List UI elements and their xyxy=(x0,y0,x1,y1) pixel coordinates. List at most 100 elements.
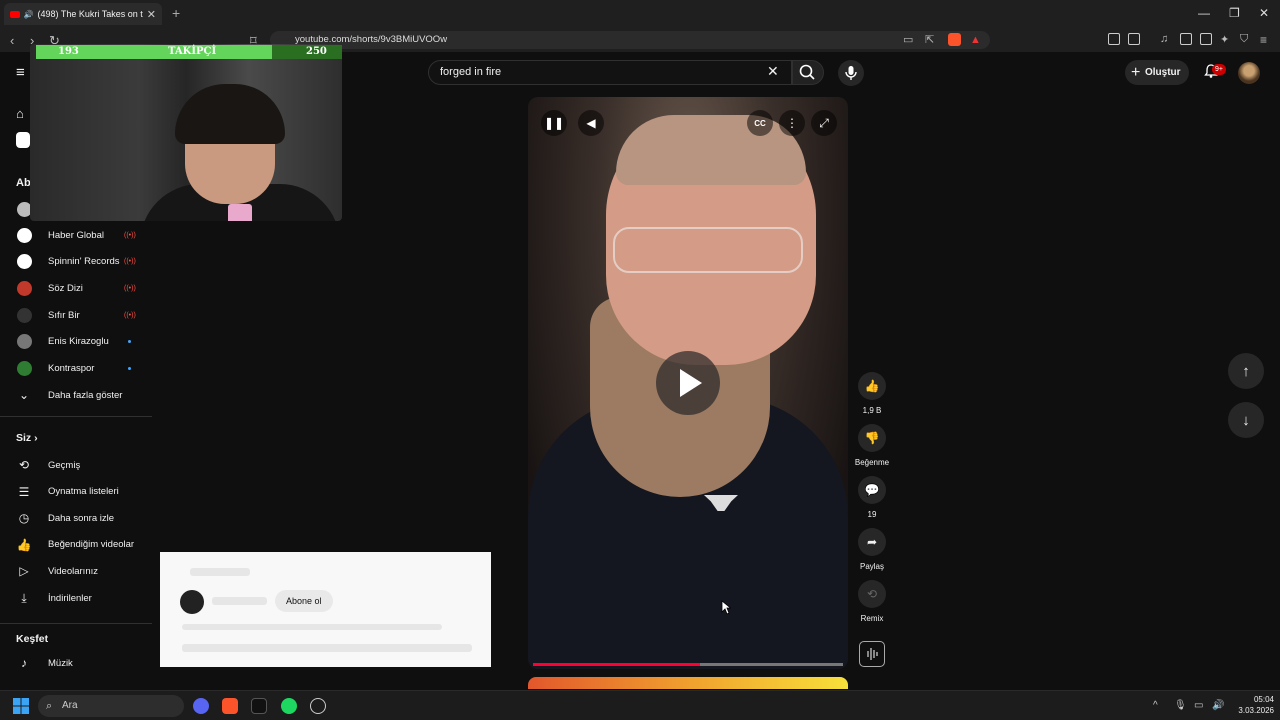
short-video-player[interactable]: ❚❚ ◀ CC ⋮ ⤢ xyxy=(528,97,848,669)
next-short-preview[interactable] xyxy=(528,677,848,689)
next-short-button[interactable]: ↓ xyxy=(1228,402,1264,438)
watch-later-icon: ◷ xyxy=(18,511,30,526)
channel-avatar xyxy=(16,307,32,323)
clock-time: 05:04 xyxy=(1253,695,1274,704)
video-progress-bar[interactable] xyxy=(533,663,843,666)
subscribe-button[interactable]: Abone ol xyxy=(275,590,333,612)
sidebar-channel-item[interactable]: Sıfır Bir ((•)) xyxy=(0,302,150,328)
fullscreen-icon[interactable]: ⤢ xyxy=(811,110,837,136)
webcam-overlay xyxy=(30,44,342,221)
avatar[interactable] xyxy=(1238,62,1260,84)
minimize-icon[interactable]: — xyxy=(1198,6,1210,20)
screenshot-icon[interactable] xyxy=(1128,33,1140,45)
mic-icon xyxy=(845,66,857,80)
clock[interactable]: 05:04 3.03.2026 xyxy=(1228,694,1274,716)
captions-icon[interactable]: CC xyxy=(747,110,773,136)
cast-icon[interactable]: ▭ xyxy=(903,33,913,46)
sidebar-item[interactable]: ♪ Müzik xyxy=(0,650,150,676)
home-icon[interactable]: ⌂ xyxy=(16,106,24,121)
sidebar-channel-item[interactable]: Kontraspor xyxy=(0,356,150,382)
wallet-icon[interactable] xyxy=(1200,33,1212,45)
volume-tray-icon[interactable]: 🔊 xyxy=(1212,700,1224,711)
sidebar-channel-item[interactable]: Söz Dizi ((•)) xyxy=(0,275,150,301)
maximize-icon[interactable]: ❐ xyxy=(1229,6,1240,20)
placeholder-text xyxy=(212,597,267,605)
back-icon[interactable]: ‹ xyxy=(10,33,14,48)
speaker-icon[interactable]: 🔊 xyxy=(24,10,34,19)
you-header[interactable]: Siz › xyxy=(16,432,38,444)
remix-button[interactable]: ⟲ xyxy=(858,580,886,608)
placeholder-text xyxy=(182,624,442,630)
divider xyxy=(0,416,152,417)
create-button[interactable]: + Oluştur xyxy=(1125,60,1189,85)
app-icon[interactable] xyxy=(251,698,267,714)
sidebar-item-label: Daha sonra izle xyxy=(48,512,115,524)
channel-name: Haber Global xyxy=(48,229,104,241)
play-icon[interactable] xyxy=(656,351,720,415)
clear-search-icon[interactable]: ✕ xyxy=(767,63,779,80)
like-button[interactable]: 👍 xyxy=(858,372,886,400)
new-tab-icon[interactable]: + xyxy=(172,5,180,21)
brave-rewards-icon[interactable]: ▲ xyxy=(970,34,981,46)
tab-title: (498) The Kukri Takes on the xyxy=(37,9,143,19)
channel-avatar xyxy=(16,254,32,270)
sidebar-channel-item[interactable]: Spinnin' Records ((•)) xyxy=(0,249,150,275)
sidebar-item[interactable]: ⤓ İndirilenler xyxy=(0,585,150,611)
sidebar-channel-item[interactable]: Haber Global ((•)) xyxy=(0,222,150,248)
video-glasses xyxy=(613,227,803,273)
leo-icon[interactable]: ✦ xyxy=(1220,33,1229,46)
divider xyxy=(0,623,152,624)
url-field[interactable]: youtube.com/shorts/9v3BMiUVOOw xyxy=(270,31,990,49)
sidebar-item[interactable]: ☰ Oynatma listeleri xyxy=(0,479,150,505)
sidebar-toggle-icon[interactable] xyxy=(1180,33,1192,45)
spotify-icon[interactable] xyxy=(281,698,297,714)
volume-icon[interactable]: ◀ xyxy=(578,110,604,136)
clock-date: 3.03.2026 xyxy=(1238,706,1274,715)
youtube-favicon-icon xyxy=(10,10,20,18)
menu-icon[interactable]: ≡ xyxy=(1260,33,1267,47)
sidebar-item[interactable]: 👍 Beğendiğim videolar xyxy=(0,532,150,558)
sidebar-item[interactable]: ⟲ Geçmiş xyxy=(0,452,150,478)
dislike-button[interactable]: 👎 xyxy=(858,424,886,452)
comments-button[interactable]: 💬 xyxy=(858,476,886,504)
brave-shield-icon[interactable] xyxy=(948,33,961,46)
sidebar-item-label: Oynatma listeleri xyxy=(48,486,119,498)
browser-tab[interactable]: 🔊 (498) The Kukri Takes on the ✕ xyxy=(4,3,162,25)
share-page-icon[interactable]: ⇱ xyxy=(925,33,934,46)
live-indicator-icon: ((•)) xyxy=(124,311,136,319)
sidebar-item[interactable]: ◷ Daha sonra izle xyxy=(0,505,150,531)
previous-short-button[interactable]: ↑ xyxy=(1228,353,1264,389)
chevron-down-icon: ⌄ xyxy=(18,388,30,402)
tab-close-icon[interactable]: ✕ xyxy=(147,8,156,21)
sidebar-item[interactable]: ▷ Videolarınız xyxy=(0,558,150,584)
media-icon[interactable]: ♫ xyxy=(1160,33,1168,45)
voice-search-button[interactable] xyxy=(838,60,864,86)
more-options-icon[interactable]: ⋮ xyxy=(779,110,805,136)
sidebar-channel-item[interactable]: Enis Kirazoglu xyxy=(0,329,150,355)
follower-count: 193 xyxy=(58,46,79,57)
hamburger-menu-icon[interactable]: ≡ xyxy=(16,64,25,81)
channel-avatar xyxy=(16,227,32,243)
taskbar-search[interactable]: ⌕ Ara xyxy=(38,695,184,717)
extensions-icon[interactable] xyxy=(1108,33,1120,45)
tray-overflow-icon[interactable]: ^ xyxy=(1153,700,1158,711)
mic-tray-icon[interactable]: 🎙 xyxy=(1174,700,1187,711)
show-more-button[interactable]: ⌄ Daha fazla göster xyxy=(0,382,150,408)
discord-icon[interactable] xyxy=(193,698,209,714)
pause-icon[interactable]: ❚❚ xyxy=(541,110,567,136)
obs-icon[interactable] xyxy=(310,698,326,714)
windows-start-icon[interactable] xyxy=(13,698,29,714)
follower-label: TAKİPÇİ xyxy=(168,46,217,57)
shorts-icon[interactable] xyxy=(16,132,30,148)
display-icon[interactable]: ▭ xyxy=(1194,700,1203,711)
window-close-icon[interactable]: ✕ xyxy=(1259,6,1269,20)
share-button[interactable]: ➦ xyxy=(858,528,886,556)
search-input[interactable]: forged in fire xyxy=(428,60,792,85)
sound-button[interactable] xyxy=(859,641,885,667)
channel-avatar[interactable] xyxy=(180,590,204,614)
search-button[interactable] xyxy=(792,60,824,85)
streamer-hair xyxy=(175,84,285,144)
vpn-icon[interactable]: ⛉ xyxy=(1240,33,1248,46)
channel-name: Enis Kirazoglu xyxy=(48,336,109,348)
brave-browser-icon[interactable] xyxy=(222,698,238,714)
